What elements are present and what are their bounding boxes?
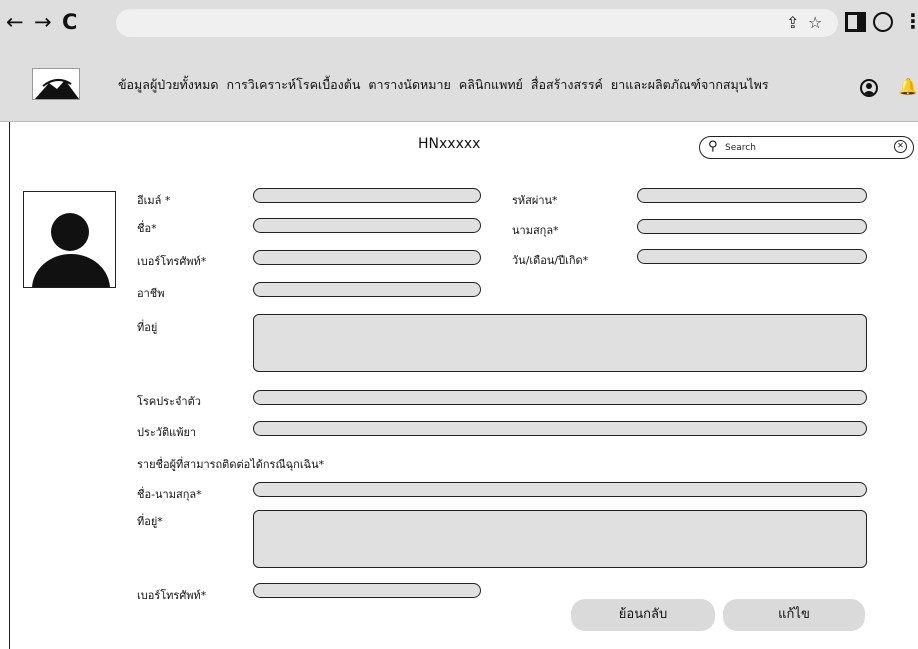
last-name-label: นามสกุล* [512,224,559,237]
menu-item-clinic[interactable]: คลินิกแพทย์ [459,75,523,95]
phone-label: เบอร์โทรศัพท์* [137,255,207,268]
browser-menu-icon[interactable]: ⋮ [903,10,918,32]
clear-search-icon[interactable]: ✕ [894,140,907,153]
search-box[interactable]: ⚲ ✕ [699,136,914,159]
logo-image-icon[interactable] [32,68,80,100]
email-label: อีเมล์ * [137,194,171,207]
bookmark-star-icon[interactable]: ☆ [808,13,822,32]
avatar-body [32,254,110,287]
birthdate-field[interactable] [637,249,867,264]
phone-field[interactable] [253,250,481,265]
menu-item-patients[interactable]: ข้อมูลผู้ป่วยทั้งหมด [118,75,219,95]
search-icon: ⚲ [708,139,718,154]
emergency-address-label: ที่อยู่* [137,515,163,528]
share-icon[interactable]: ⇪ [786,13,799,32]
page-border [9,122,10,649]
forward-arrow-icon[interactable]: → [34,9,52,35]
address-label: ที่อยู่ [137,321,158,334]
edit-button[interactable]: แก้ไข [723,599,865,631]
menu-item-herbal-products[interactable]: ยาและผลิตภัณฑ์จากสมุนไพร [611,75,769,95]
main-menu: ข้อมูลผู้ป่วยทั้งหมด การวิเคราะห์โรคเบื้… [118,75,777,95]
reload-icon[interactable]: C [62,9,77,35]
user-account-icon[interactable] [860,79,878,97]
drug-allergy-label: ประวัติแพ้ยา [137,426,197,439]
app-header: ข้อมูลผู้ป่วยทั้งหมด การวิเคราะห์โรคเบื้… [0,46,918,122]
browser-profile-icon[interactable] [873,12,893,32]
search-input[interactable] [725,139,885,156]
page-title: HNxxxxx [418,136,481,152]
first-name-label: ชื่อ* [137,222,157,235]
emergency-address-textarea[interactable] [253,510,867,568]
back-button[interactable]: ย้อนกลับ [571,599,715,631]
emergency-name-field[interactable] [253,482,867,497]
password-field[interactable] [637,188,867,203]
bell-icon[interactable]: 🔔 [898,77,918,96]
chronic-disease-label: โรคประจำตัว [137,395,201,408]
browser-toolbar: ← → C ⇪ ☆ ⋮ [0,0,918,46]
chronic-disease-field[interactable] [253,390,867,405]
address-bar[interactable] [116,9,838,37]
emergency-name-label: ชื่อ-นามสกุล* [137,488,202,501]
avatar[interactable] [23,191,116,288]
avatar-head [51,213,89,251]
menu-item-diagnosis[interactable]: การวิเคราะห์โรคเบื้องต้น [227,75,361,95]
email-field[interactable] [253,188,481,203]
password-label: รหัสผ่าน* [512,194,558,207]
occupation-label: อาชีพ [137,287,165,300]
last-name-field[interactable] [637,219,867,234]
address-textarea[interactable] [253,314,867,372]
emergency-section-label: รายชื่อผู้ที่สามารถติดต่อได้กรณีฉุกเฉิน* [137,458,325,471]
birthdate-label: วัน/เดือน/ปีเกิด* [512,254,589,267]
back-arrow-icon[interactable]: ← [6,9,24,35]
menu-item-media[interactable]: สื่อสร้างสรรค์ [531,75,603,95]
image-placeholder-icon [35,79,79,99]
emergency-phone-label: เบอร์โทรศัพท์* [137,589,207,602]
first-name-field[interactable] [253,218,481,233]
drug-allergy-field[interactable] [253,421,867,436]
side-panel-icon[interactable] [845,12,866,32]
emergency-phone-field[interactable] [253,583,481,598]
menu-item-appointments[interactable]: ตารางนัดหมาย [368,75,450,95]
occupation-field[interactable] [253,282,481,297]
